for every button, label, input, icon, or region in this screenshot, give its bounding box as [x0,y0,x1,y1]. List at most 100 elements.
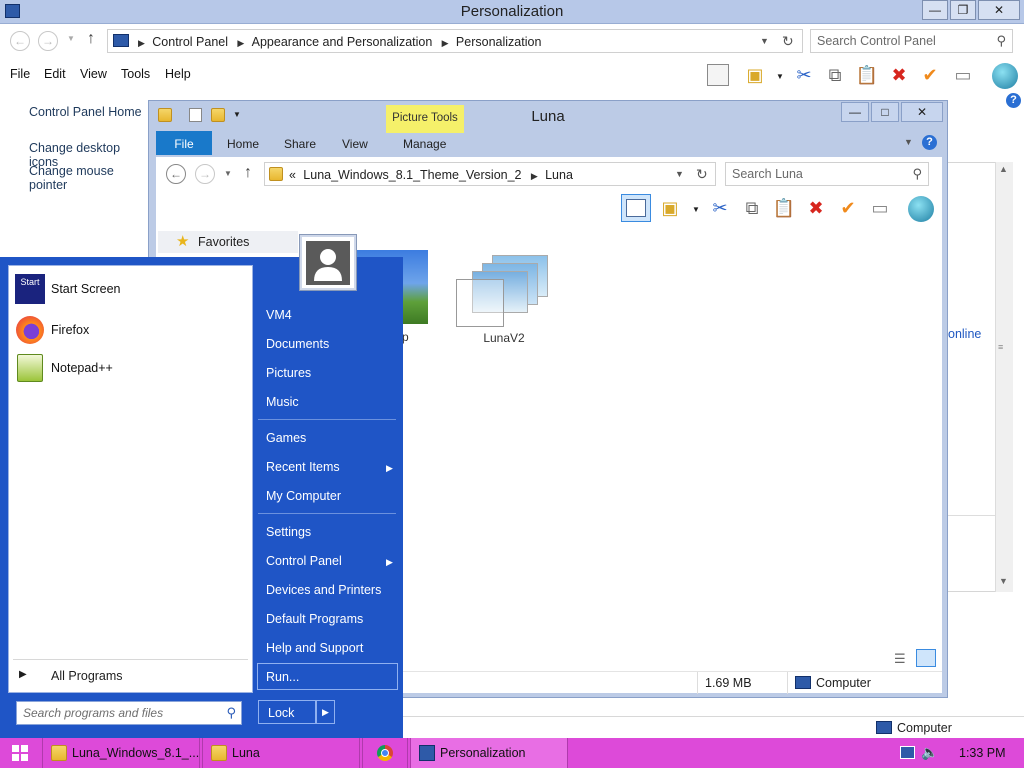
start-item-vm4[interactable]: VM4 [266,308,292,322]
tab-file[interactable]: File [156,131,212,155]
scroll-up-icon[interactable]: ▲ [999,164,1008,174]
luna-search-input[interactable]: Search Luna ⚲ [725,162,929,186]
start-item-recent-items[interactable]: Recent Items [266,460,340,474]
menu-tools[interactable]: Tools [121,67,150,81]
globe-icon[interactable] [992,63,1018,89]
luna-recent-icon[interactable]: ▼ [224,169,232,178]
breadcrumb-luna[interactable]: Luna [545,168,573,182]
luna-forward-icon[interactable]: → [195,164,215,184]
minimize-button[interactable]: — [922,0,948,20]
forward-icon[interactable]: → [38,31,58,51]
cp-titlebar[interactable]: Personalization — ❐ ✕ [0,0,1024,24]
tab-manage[interactable]: Manage [403,137,446,151]
globe-icon[interactable] [908,196,934,222]
breadcrumb-personalization[interactable]: Personalization [456,35,541,49]
tab-view[interactable]: View [342,137,368,151]
luna-address-bar[interactable]: « Luna_Windows_8.1_Theme_Version_2 ▶ Lun… [264,162,716,186]
task-chrome[interactable] [362,738,408,768]
menu-file[interactable]: File [10,67,30,81]
start-item-music[interactable]: Music [266,395,299,409]
luna-refresh-icon[interactable]: ↻ [696,166,708,183]
search-icon[interactable]: ⚲ [226,705,236,721]
file-lunav2[interactable]: LunaV2 [456,255,552,345]
start-item-help-support[interactable]: Help and Support [266,641,363,655]
cut-icon[interactable]: ✂ [709,197,731,219]
all-programs-button[interactable]: ▶ All Programs [15,666,245,686]
luna-up-icon[interactable]: ↑ [244,164,252,182]
start-item-run[interactable]: Run... [257,663,398,690]
volume-icon[interactable]: 🔈 [921,744,938,761]
breadcrumb-theme-folder[interactable]: Luna_Windows_8.1_Theme_Version_2 [303,168,521,182]
layout-icon[interactable] [707,64,729,86]
breadcrumb-appearance[interactable]: Appearance and Personalization [252,35,433,49]
task-personalization[interactable]: Personalization [410,738,568,768]
delete-icon[interactable]: ✖ [805,197,827,219]
lock-options-icon[interactable]: ▶ [316,700,335,724]
ribbon-expand-icon[interactable]: ▼ [904,137,913,147]
link-change-mouse-pointer[interactable]: Change mouse pointer [29,164,150,192]
start-button[interactable] [0,738,40,768]
start-item-documents[interactable]: Documents [266,337,329,351]
properties-check-icon[interactable]: ✔ [919,64,941,86]
chevron-down-icon[interactable]: ▼ [692,205,700,214]
luna-close-button[interactable]: ✕ [901,102,943,122]
link-control-panel-home[interactable]: Control Panel Home [29,105,142,119]
start-item-devices-printers[interactable]: Devices and Printers [266,583,381,597]
lock-button[interactable]: Lock [258,700,316,724]
clock[interactable]: 1:33 PM [959,746,1006,760]
program-start-screen[interactable]: Start Start Screen [15,272,120,306]
cp-scrollbar[interactable]: ▲ ≡ ▼ [995,162,1013,592]
restore-button[interactable]: ❐ [950,0,976,20]
properties-check-icon[interactable]: ✔ [837,197,859,219]
address-dropdown-icon[interactable]: ▼ [760,36,769,46]
start-search-input[interactable]: Search programs and files ⚲ [16,701,242,725]
tab-share[interactable]: Share [284,137,316,151]
luna-back-icon[interactable]: ← [166,164,186,184]
breadcrumb-control-panel[interactable]: Control Panel [152,35,228,49]
menu-help[interactable]: Help [165,67,191,81]
layout-icon[interactable] [621,194,651,222]
nav-favorites[interactable]: ★ Favorites [158,231,298,253]
scroll-down-icon[interactable]: ▼ [999,576,1008,586]
details-view-icon[interactable]: ☰ [894,651,906,667]
folder-options-icon[interactable]: ▣ [744,64,766,86]
search-icon[interactable]: ⚲ [996,33,1006,49]
cp-address-bar[interactable]: ▶ Control Panel ▶ Appearance and Persona… [107,29,803,53]
chevron-down-icon[interactable]: ▼ [776,72,784,81]
program-firefox[interactable]: Firefox [15,313,89,347]
tab-home[interactable]: Home [227,137,259,151]
luna-minimize-button[interactable]: — [841,102,869,122]
luna-maximize-button[interactable]: □ [871,102,899,122]
menu-edit[interactable]: Edit [44,67,66,81]
user-avatar[interactable] [299,234,357,291]
menu-view[interactable]: View [80,67,107,81]
refresh-icon[interactable]: ↻ [782,33,794,50]
network-icon[interactable] [900,746,915,759]
luna-address-dropdown-icon[interactable]: ▼ [675,169,684,179]
task-luna[interactable]: Luna [202,738,360,768]
start-item-my-computer[interactable]: My Computer [266,489,341,503]
start-item-control-panel[interactable]: Control Panel [266,554,342,568]
start-item-pictures[interactable]: Pictures [266,366,311,380]
folder-options-icon[interactable]: ▣ [659,197,681,219]
start-item-games[interactable]: Games [266,431,306,445]
cp-search-input[interactable]: Search Control Panel ⚲ [810,29,1013,53]
paste-icon[interactable]: 📋 [856,64,878,86]
scroll-grip-icon[interactable]: ≡ [998,342,1003,352]
start-item-default-programs[interactable]: Default Programs [266,612,363,626]
rename-icon[interactable]: ▭ [952,64,974,86]
recent-dropdown-icon[interactable]: ▼ [67,34,75,43]
start-item-settings[interactable]: Settings [266,525,311,539]
back-icon[interactable]: ← [10,31,30,51]
program-notepadpp[interactable]: Notepad++ [15,351,113,385]
help-icon[interactable]: ? [1006,93,1021,108]
luna-help-icon[interactable]: ? [922,135,937,150]
delete-icon[interactable]: ✖ [888,64,910,86]
paste-icon[interactable]: 📋 [773,197,795,219]
close-button[interactable]: ✕ [978,0,1020,20]
rename-icon[interactable]: ▭ [869,197,891,219]
cut-icon[interactable]: ✂ [793,64,815,86]
copy-icon[interactable]: ⧉ [824,64,846,86]
up-icon[interactable]: ↑ [87,30,95,48]
copy-icon[interactable]: ⧉ [741,197,763,219]
